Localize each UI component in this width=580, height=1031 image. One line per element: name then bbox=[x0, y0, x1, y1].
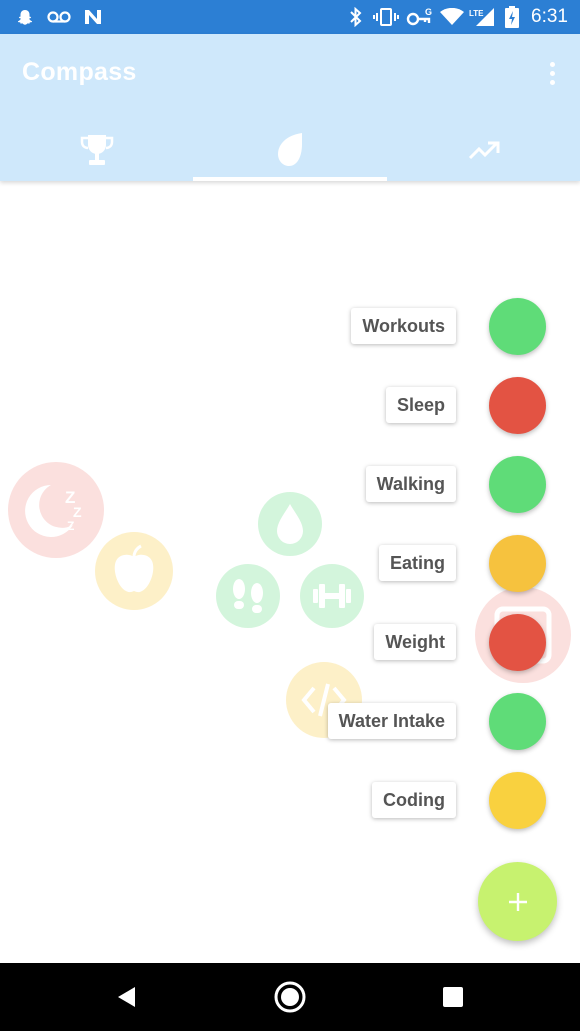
svg-text:G: G bbox=[425, 7, 432, 17]
fab-label-workouts[interactable]: Workouts bbox=[351, 308, 456, 344]
wifi-icon bbox=[440, 6, 464, 28]
more-vert-icon[interactable] bbox=[546, 62, 558, 88]
mini-fab-coding[interactable] bbox=[489, 772, 546, 829]
mini-fab-water-intake[interactable] bbox=[489, 693, 546, 750]
n-notification-icon bbox=[82, 6, 104, 28]
fab-label-sleep[interactable]: Sleep bbox=[385, 387, 456, 423]
back-button[interactable] bbox=[108, 979, 144, 1015]
mini-fab-sleep[interactable] bbox=[489, 377, 546, 434]
mini-fab-workouts[interactable] bbox=[489, 298, 546, 355]
battery-charging-icon bbox=[502, 6, 522, 28]
tab-indicator bbox=[193, 177, 387, 181]
app-bar: Compass bbox=[0, 34, 580, 181]
apple-icon bbox=[95, 532, 173, 610]
mini-fab-weight[interactable] bbox=[489, 614, 546, 671]
app-title: Compass bbox=[22, 58, 137, 86]
fab-label-weight[interactable]: Weight bbox=[374, 624, 456, 660]
navigation-bar bbox=[0, 963, 580, 1031]
fab-label-coding[interactable]: Coding bbox=[372, 782, 456, 818]
svg-text:Z: Z bbox=[73, 504, 82, 520]
water-drop-icon bbox=[258, 492, 322, 556]
status-bar: G LTE 6:31 bbox=[0, 0, 580, 34]
mini-fab-eating[interactable] bbox=[489, 535, 546, 592]
snapchat-icon bbox=[14, 6, 36, 28]
dumbbell-icon bbox=[300, 564, 364, 628]
sleep-zzz-icon: Z Z Z bbox=[8, 462, 104, 558]
fab-label-eating[interactable]: Eating bbox=[378, 545, 456, 581]
home-button[interactable] bbox=[272, 979, 308, 1015]
lte-signal-icon: LTE bbox=[468, 6, 496, 28]
add-fab-button[interactable] bbox=[478, 862, 557, 941]
svg-text:Z: Z bbox=[67, 519, 74, 533]
vpn-key-icon: G bbox=[406, 6, 434, 28]
clock: 6:31 bbox=[531, 6, 568, 27]
trending-up-icon bbox=[468, 141, 499, 160]
recents-icon bbox=[443, 987, 463, 1007]
trophy-icon bbox=[80, 135, 113, 165]
vibrate-icon bbox=[372, 6, 400, 28]
tab-achievements[interactable] bbox=[0, 120, 193, 180]
voicemail-icon bbox=[46, 6, 72, 28]
footsteps-icon bbox=[216, 564, 280, 628]
fab-label-water-intake[interactable]: Water Intake bbox=[327, 703, 456, 739]
recents-button[interactable] bbox=[435, 979, 471, 1015]
mini-fab-walking[interactable] bbox=[489, 456, 546, 513]
tab-activities[interactable] bbox=[193, 120, 386, 180]
plus-icon bbox=[508, 892, 527, 911]
tab-trends[interactable] bbox=[387, 120, 580, 180]
home-icon bbox=[274, 981, 306, 1013]
fab-label-walking[interactable]: Walking bbox=[365, 466, 456, 502]
back-icon bbox=[118, 987, 135, 1007]
leaf-icon bbox=[277, 133, 302, 166]
svg-text:LTE: LTE bbox=[469, 9, 484, 18]
bluetooth-icon bbox=[346, 6, 366, 28]
